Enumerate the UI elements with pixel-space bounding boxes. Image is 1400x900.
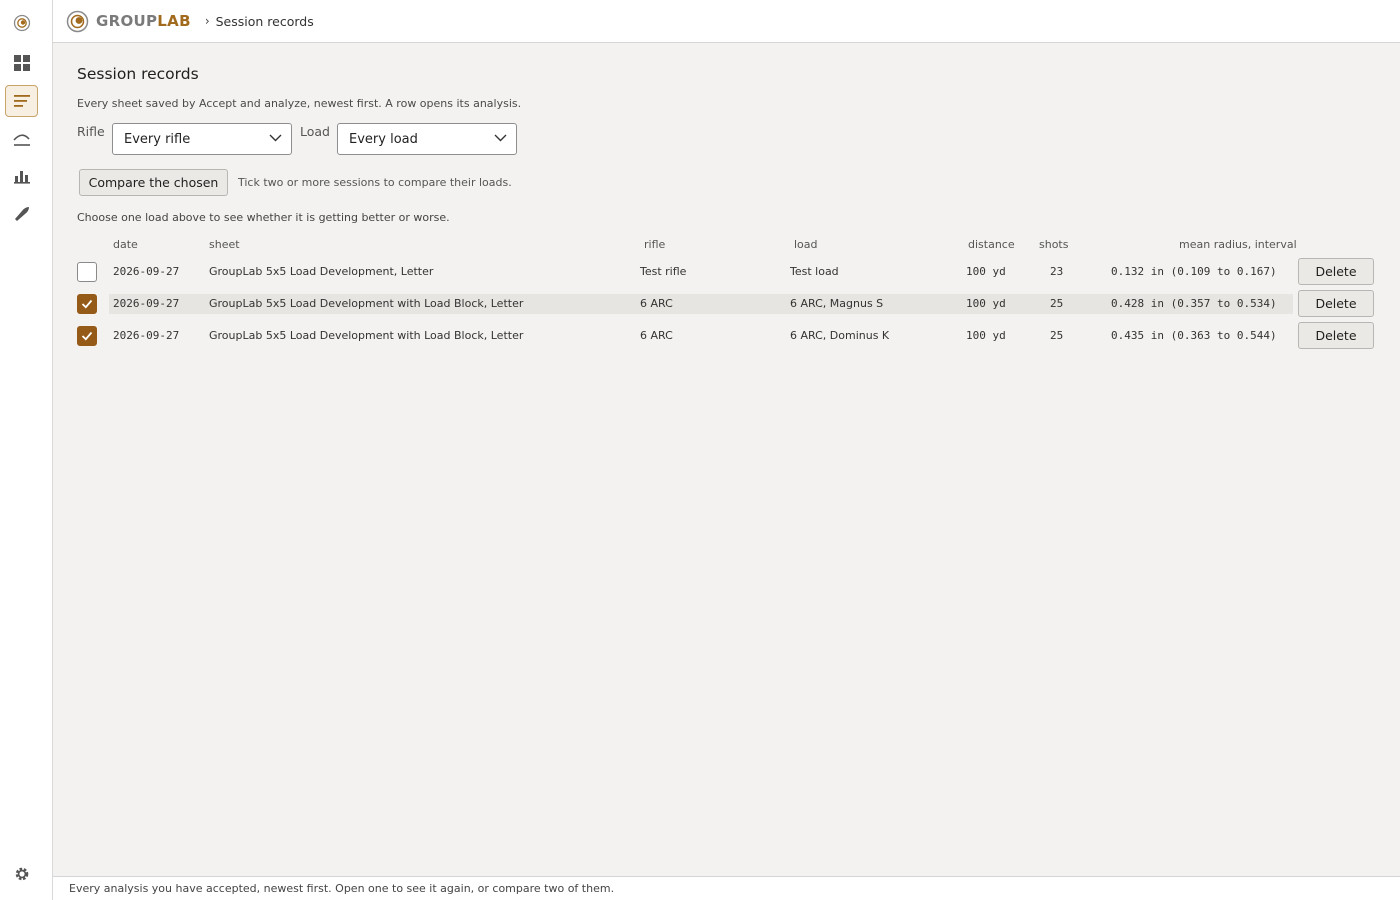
row-date: 2026-09-27 — [113, 297, 180, 310]
grouplab-logo-icon — [66, 10, 89, 32]
brand-prefix: GROUP — [96, 12, 158, 30]
breadcrumb: Session records — [215, 13, 314, 29]
sidebar-item-home[interactable] — [5, 7, 38, 39]
load-filter-select[interactable]: Every load — [337, 123, 517, 155]
breadcrumb-separator: › — [204, 14, 210, 28]
row-select-checkbox[interactable] — [77, 294, 97, 314]
row-mean-radius: 0.435 in (0.363 to 0.544) — [1111, 329, 1277, 342]
column-header-date: date — [113, 238, 138, 251]
row-shots: 25 — [1050, 297, 1064, 310]
load-filter-value: Every load — [349, 131, 418, 147]
load-filter-label: Load — [300, 124, 330, 139]
column-header-sheet: sheet — [209, 238, 240, 251]
row-sheet: GroupLab 5x5 Load Development, Letter — [209, 265, 434, 278]
sidebar-item-dashboard[interactable] — [5, 47, 38, 79]
rifle-filter-select[interactable]: Every rifle — [112, 123, 292, 155]
row-mean-radius: 0.428 in (0.357 to 0.534) — [1111, 297, 1277, 310]
top-bar: GROUPLAB › Session records — [53, 0, 1400, 43]
rifle-filter-value: Every rifle — [124, 131, 191, 147]
row-load: 6 ARC, Dominus K — [790, 329, 890, 342]
compare-chosen-button[interactable]: Compare the chosen — [79, 169, 228, 196]
sidebar-item-statistics[interactable] — [5, 160, 38, 192]
checkmark-icon — [81, 331, 93, 341]
page-intro: Every sheet saved by Accept and analyze,… — [77, 97, 522, 110]
delete-button[interactable]: Delete — [1298, 258, 1374, 285]
row-distance: 100 yd — [966, 329, 1006, 342]
column-header-mean-radius: mean radius, interval — [1179, 238, 1297, 251]
sidebar-item-session-records[interactable] — [5, 85, 38, 117]
compare-hint: Tick two or more sessions to compare the… — [238, 176, 512, 189]
row-select-checkbox[interactable] — [77, 262, 97, 282]
dashboard-icon — [13, 55, 30, 71]
delete-button[interactable]: Delete — [1298, 322, 1374, 349]
column-header-distance: distance — [968, 238, 1015, 251]
row-load: Test load — [790, 265, 839, 278]
footer-text: Every analysis you have accepted, newest… — [69, 882, 615, 895]
gear-icon — [15, 867, 28, 881]
trend-hint: Choose one load above to see whether it … — [77, 211, 450, 224]
column-header-load: load — [794, 238, 818, 251]
column-header-shots: shots — [1039, 238, 1069, 251]
main-content: Session records Every sheet saved by Acc… — [53, 43, 1400, 876]
row-mean-radius: 0.132 in (0.109 to 0.167) — [1111, 265, 1277, 278]
page-title: Session records — [77, 65, 199, 83]
bar-chart-icon — [13, 171, 30, 184]
row-shots: 25 — [1050, 329, 1064, 342]
target-logo-icon — [13, 14, 30, 32]
trajectory-icon — [12, 134, 30, 146]
brand-name[interactable]: GROUPLAB — [96, 12, 191, 30]
row-date: 2026-09-27 — [113, 265, 180, 278]
row-select-checkbox[interactable] — [77, 326, 97, 346]
sidebar-item-loads[interactable] — [5, 198, 38, 230]
checkmark-icon — [81, 299, 93, 309]
column-header-rifle: rifle — [644, 238, 666, 251]
row-date: 2026-09-27 — [113, 329, 180, 342]
bullet-icon — [14, 207, 29, 221]
row-rifle: 6 ARC — [640, 329, 673, 342]
session-records-icon — [13, 95, 30, 107]
row-distance: 100 yd — [966, 297, 1006, 310]
sidebar-item-trajectory[interactable] — [5, 123, 38, 155]
row-rifle: Test rifle — [640, 265, 687, 278]
status-footer: Every analysis you have accepted, newest… — [53, 876, 1400, 900]
chevron-down-icon — [269, 134, 282, 142]
row-rifle: 6 ARC — [640, 297, 673, 310]
row-sheet: GroupLab 5x5 Load Development with Load … — [209, 329, 524, 342]
row-distance: 100 yd — [966, 265, 1006, 278]
row-load: 6 ARC, Magnus S — [790, 297, 884, 310]
sidebar-item-settings[interactable] — [5, 858, 38, 890]
row-shots: 23 — [1050, 265, 1064, 278]
delete-button[interactable]: Delete — [1298, 290, 1374, 317]
brand-suffix: LAB — [157, 12, 191, 30]
rifle-filter-label: Rifle — [77, 124, 105, 139]
row-sheet: GroupLab 5x5 Load Development with Load … — [209, 297, 524, 310]
chevron-down-icon — [494, 134, 507, 142]
sidebar-rail — [0, 0, 53, 900]
